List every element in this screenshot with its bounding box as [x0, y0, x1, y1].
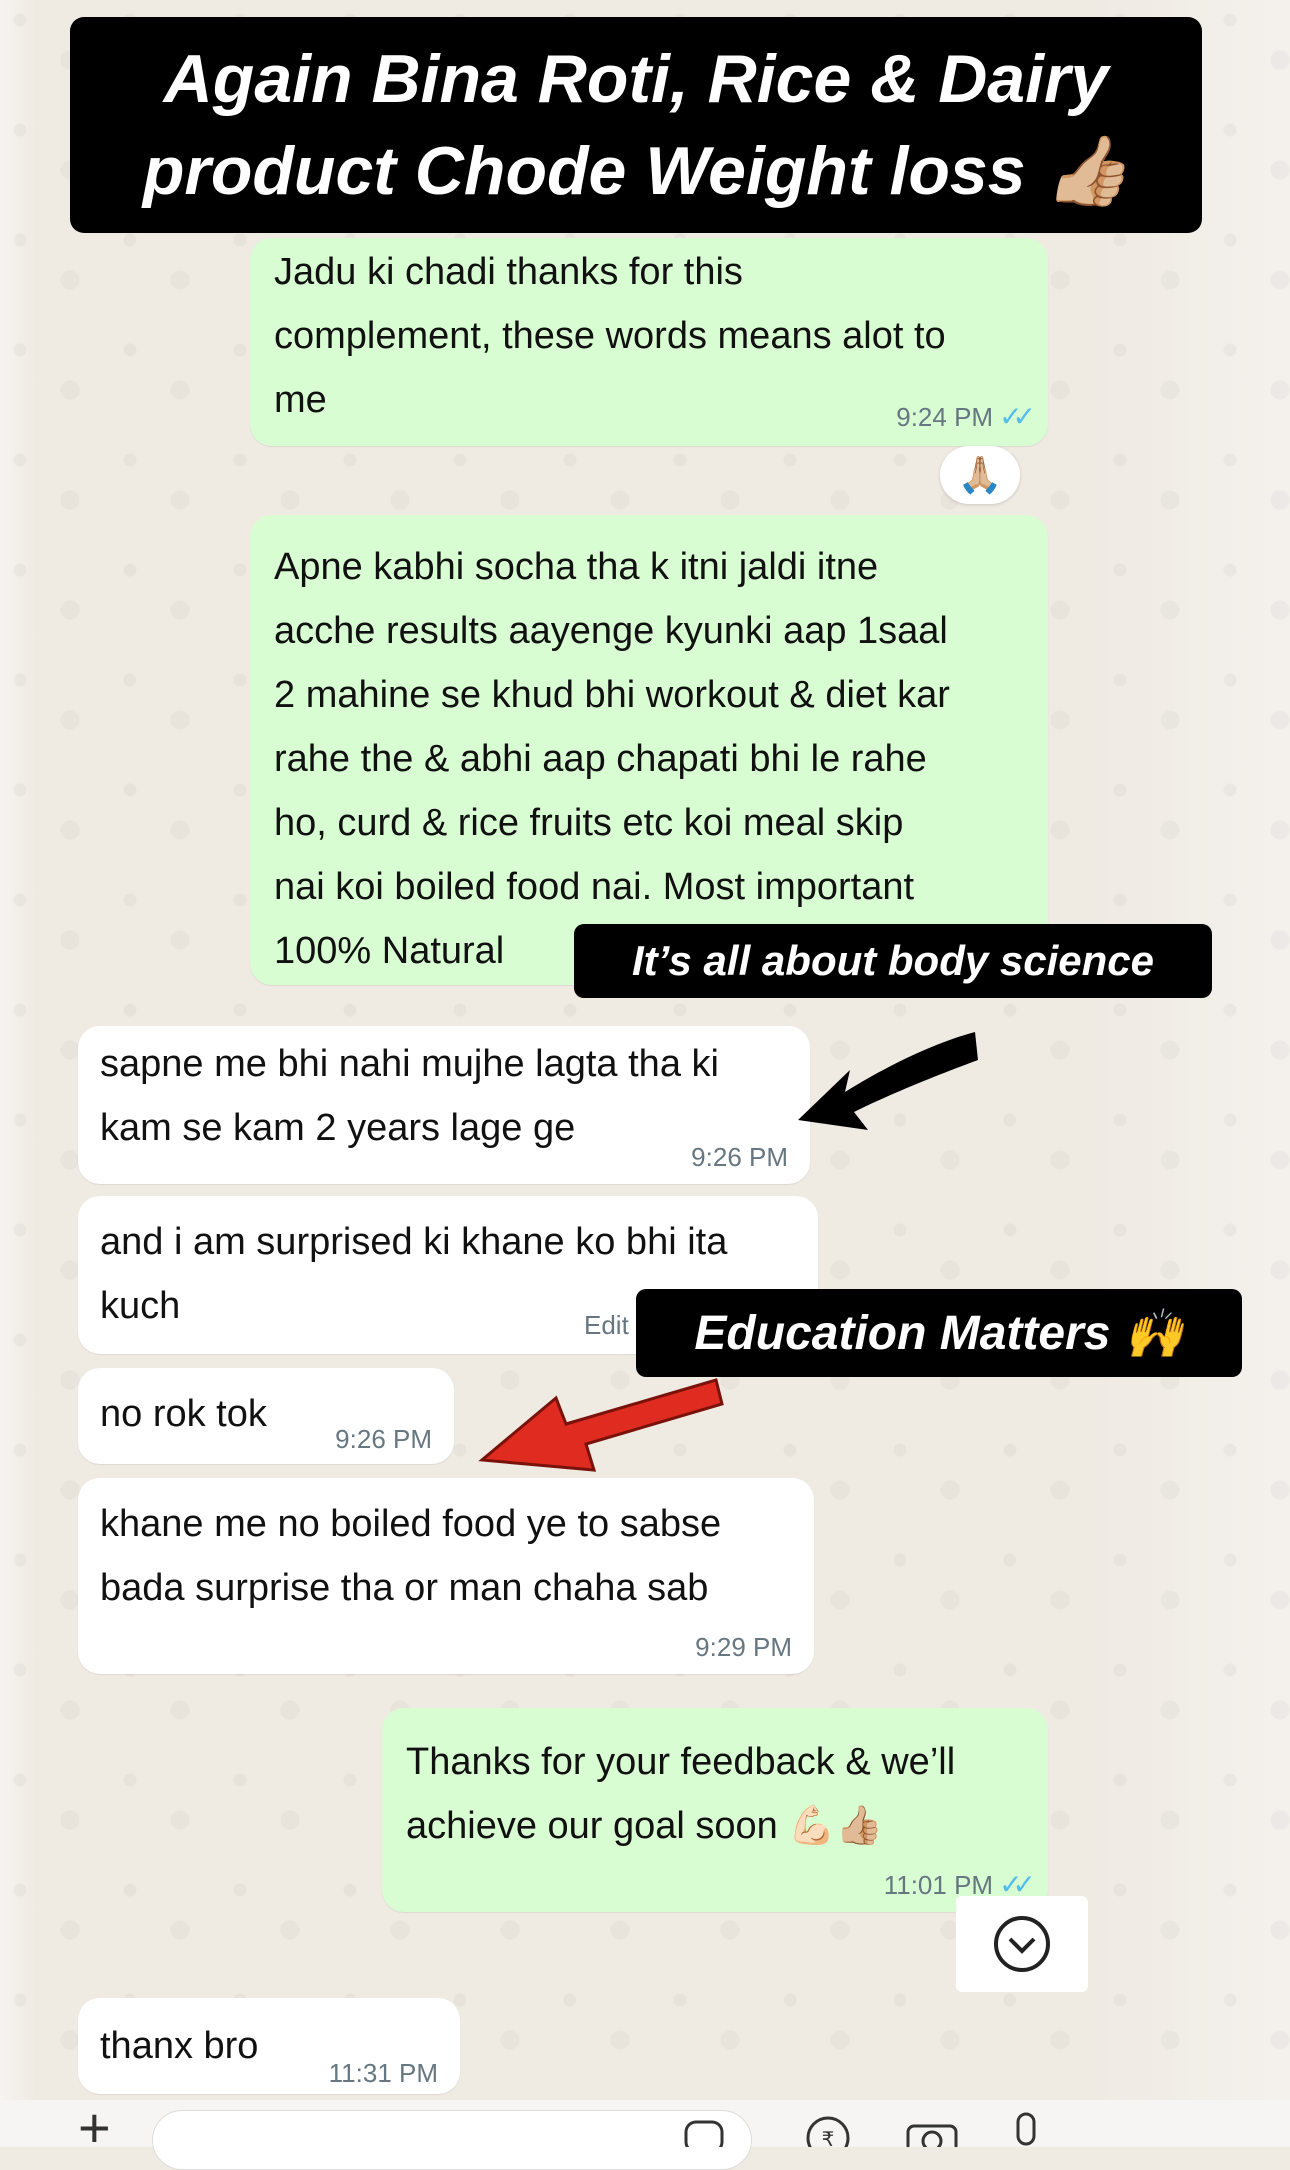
title-line-2: product Chode Weight loss 👍🏼 — [142, 133, 1130, 209]
message-meta: 9:29 PM — [695, 1632, 792, 1662]
raised-hands-emoji: 🙌 — [1123, 1307, 1184, 1361]
message-bubble-outgoing[interactable]: Apne kabhi socha tha k itni jaldi itne a… — [250, 515, 1048, 985]
message-text: Apne kabhi socha tha k itni jaldi itne a… — [274, 546, 950, 972]
read-ticks-icon: ✓✓ — [999, 401, 1036, 432]
message-meta: Edit — [584, 1310, 629, 1340]
payment-icon[interactable]: ₹ — [804, 2114, 852, 2147]
message-bubble-incoming[interactable]: sapne me bhi nahi mujhe lagta tha ki kam… — [78, 1026, 810, 1184]
message-time: 9:26 PM — [691, 1142, 788, 1172]
message-time: Edit — [584, 1310, 629, 1340]
message-time: 9:29 PM — [695, 1632, 792, 1662]
sticker-icon[interactable] — [682, 2118, 726, 2147]
black-arrow-icon — [798, 1032, 978, 1130]
thumbs-up-emoji: 👍🏼 — [1044, 133, 1130, 209]
message-input[interactable] — [152, 2110, 752, 2170]
message-time: 9:24 PM — [896, 402, 994, 432]
title-line-1: Again Bina Roti, Rice & Dairy — [163, 41, 1109, 117]
message-time: 9:26 PM — [335, 1424, 432, 1454]
message-meta: 9:24 PM ✓✓ — [896, 401, 1036, 433]
svg-text:₹: ₹ — [822, 2127, 835, 2147]
plus-icon[interactable]: + — [78, 2100, 111, 2156]
message-bubble-outgoing[interactable]: Thanks for your feedback & we’ll achieve… — [382, 1708, 1048, 1912]
message-text: sapne me bhi nahi mujhe lagta tha ki kam… — [100, 1043, 719, 1149]
message-meta: 11:31 PM — [329, 2058, 438, 2088]
message-bubble-incoming[interactable]: khane me no boiled food ye to sabse bada… — [78, 1478, 814, 1674]
message-meta: 9:26 PM — [335, 1424, 432, 1454]
message-bubble-outgoing[interactable]: Jadu ki chadi thanks for this complement… — [250, 238, 1048, 446]
red-arrow-icon — [478, 1378, 724, 1472]
title-banner: Again Bina Roti, Rice & Dairy product Ch… — [70, 17, 1202, 233]
message-bubble-incoming[interactable]: thanx bro 11:31 PM — [78, 1998, 460, 2094]
message-text: khane me no boiled food ye to sabse bada… — [100, 1503, 722, 1609]
reaction-emoji[interactable]: 🙏🏼 — [940, 446, 1020, 504]
message-meta: 9:26 PM — [691, 1142, 788, 1172]
scroll-to-bottom-button[interactable] — [956, 1896, 1088, 1992]
message-time: 11:31 PM — [328, 2058, 438, 2088]
chevron-down-icon — [994, 1916, 1050, 1972]
overlay-label-education: Education Matters 🙌 — [636, 1289, 1242, 1377]
camera-icon[interactable] — [904, 2116, 960, 2147]
microphone-icon[interactable] — [1006, 2112, 1046, 2147]
overlay-label-body-science: It’s all about body science — [574, 924, 1212, 998]
message-bubble-incoming[interactable]: no rok tok 9:26 PM — [78, 1368, 454, 1464]
message-text: Thanks for your feedback & we’ll achieve… — [406, 1741, 956, 1847]
